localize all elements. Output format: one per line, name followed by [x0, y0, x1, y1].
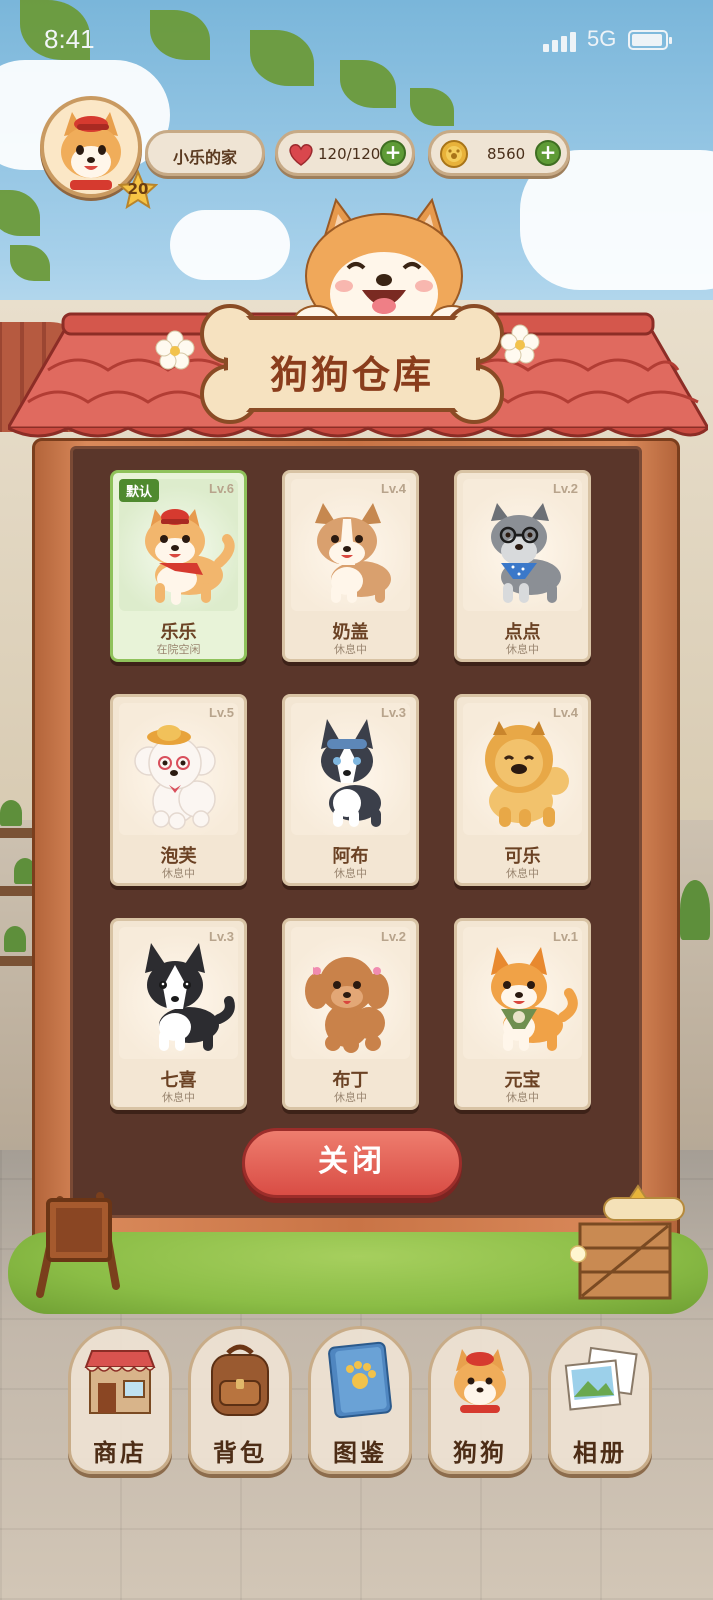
nav-album[interactable]: 相册: [548, 1326, 652, 1474]
nav-dogs[interactable]: 狗狗: [428, 1326, 532, 1474]
dog-portrait: [291, 703, 410, 835]
dog-level: Lv.2: [552, 481, 578, 496]
dog-level: Lv.3: [208, 929, 234, 944]
dog-level: Lv.4: [380, 481, 406, 496]
player-level-badge: 20: [118, 170, 158, 210]
dog-card[interactable]: Lv.4 可乐 休息中: [454, 694, 591, 886]
corgi-dog-icon: [315, 503, 391, 603]
dog-card[interactable]: Lv.1 元宝 休息中: [454, 918, 591, 1110]
dog-status: 在院空闲: [156, 643, 201, 656]
default-badge: 默认: [119, 479, 160, 502]
dog-portrait: [119, 703, 238, 835]
dog-portrait: [463, 927, 582, 1059]
nav-collection[interactable]: 图鉴: [308, 1326, 412, 1474]
nav-shop[interactable]: 商店: [68, 1326, 172, 1474]
nav-shop-label: 商店: [93, 1439, 147, 1467]
dog-status: 休息中: [506, 1091, 539, 1104]
nav-backpack-label: 背包: [213, 1439, 267, 1467]
dog-portrait: [463, 479, 582, 611]
add-hearts-button[interactable]: +: [380, 140, 406, 166]
poodle-dog-icon: [134, 725, 216, 830]
backpack-icon: [211, 1344, 269, 1416]
book-icon: [328, 1341, 392, 1419]
dog-portrait: [291, 927, 410, 1059]
dog-icon: [454, 1349, 506, 1413]
black-husky-dog-icon: [145, 943, 235, 1051]
signboard-icon: [36, 1192, 120, 1298]
dog-card[interactable]: Lv.2 点点 休息中: [454, 470, 591, 662]
shop-icon: [84, 1350, 156, 1414]
close-button[interactable]: 关闭: [242, 1128, 462, 1198]
battery-icon: [628, 30, 672, 50]
coins-pill: 8560 +: [428, 130, 570, 176]
hearts-value: 120/120: [318, 145, 381, 163]
album-icon: [564, 1346, 638, 1411]
dog-status: 休息中: [162, 867, 195, 880]
dog-level: Lv.3: [380, 705, 406, 720]
heart-icon: [289, 144, 313, 166]
dog-portrait: [463, 703, 582, 835]
dog-level: Lv.1: [552, 929, 578, 944]
dog-status: 休息中: [162, 1091, 195, 1104]
hearts-pill: 120/120 +: [275, 130, 415, 176]
dog-card[interactable]: Lv.2 布丁 休息中: [282, 918, 419, 1110]
dog-status: 休息中: [506, 643, 539, 656]
dog-card[interactable]: Lv.3 阿布 休息中: [282, 694, 419, 886]
signal-icon: [543, 30, 577, 52]
dog-card[interactable]: Lv.3 七喜 休息中: [110, 918, 247, 1110]
status-time: 8:41: [44, 24, 95, 54]
dog-level: Lv.5: [208, 705, 234, 720]
dog-status: 休息中: [506, 867, 539, 880]
network-type: 5G: [587, 26, 617, 51]
nav-collection-label: 图鉴: [333, 1439, 387, 1467]
dog-status: 休息中: [334, 643, 367, 656]
dog-card[interactable]: Lv.4 奶盖 休息中: [282, 470, 419, 662]
nav-backpack[interactable]: 背包: [188, 1326, 292, 1474]
shiba-dog-icon: [491, 947, 578, 1051]
home-name-label: 小乐的家: [172, 148, 237, 167]
warehouse-title: 狗狗仓库: [269, 353, 434, 397]
dog-status: 休息中: [334, 867, 367, 880]
dog-level: Lv.6: [208, 481, 234, 496]
dog-level: Lv.4: [552, 705, 578, 720]
add-coins-button[interactable]: +: [535, 140, 561, 166]
player-level-value: 20: [127, 180, 149, 198]
dog-portrait: [119, 927, 238, 1059]
dog-status: 休息中: [334, 1091, 367, 1104]
home-name-pill[interactable]: 小乐的家: [145, 130, 265, 176]
teddy-dog-icon: [305, 957, 389, 1053]
schnauzer-dog-icon: [491, 503, 561, 603]
dog-card[interactable]: Lv.5 泡芙 休息中: [110, 694, 247, 886]
coins-value: 8560: [487, 145, 526, 163]
flower-icon: [500, 324, 540, 364]
dog-card[interactable]: 默认 Lv.6 乐乐 在院空闲: [110, 470, 247, 662]
flower-icon: [155, 330, 195, 370]
coin-icon: [440, 140, 468, 168]
dog-level: Lv.2: [380, 929, 406, 944]
nav-dogs-label: 狗狗: [453, 1439, 507, 1467]
crate-icon: [570, 1184, 685, 1300]
bottom-navigation: 商店 背包 图鉴 狗狗 相册: [0, 1326, 713, 1486]
status-bar: 8:41 5G: [0, 0, 713, 80]
dog-portrait: [291, 479, 410, 611]
nav-album-label: 相册: [573, 1439, 627, 1467]
husky-dog-icon: [321, 719, 381, 827]
chow-chow-dog-icon: [485, 721, 569, 827]
